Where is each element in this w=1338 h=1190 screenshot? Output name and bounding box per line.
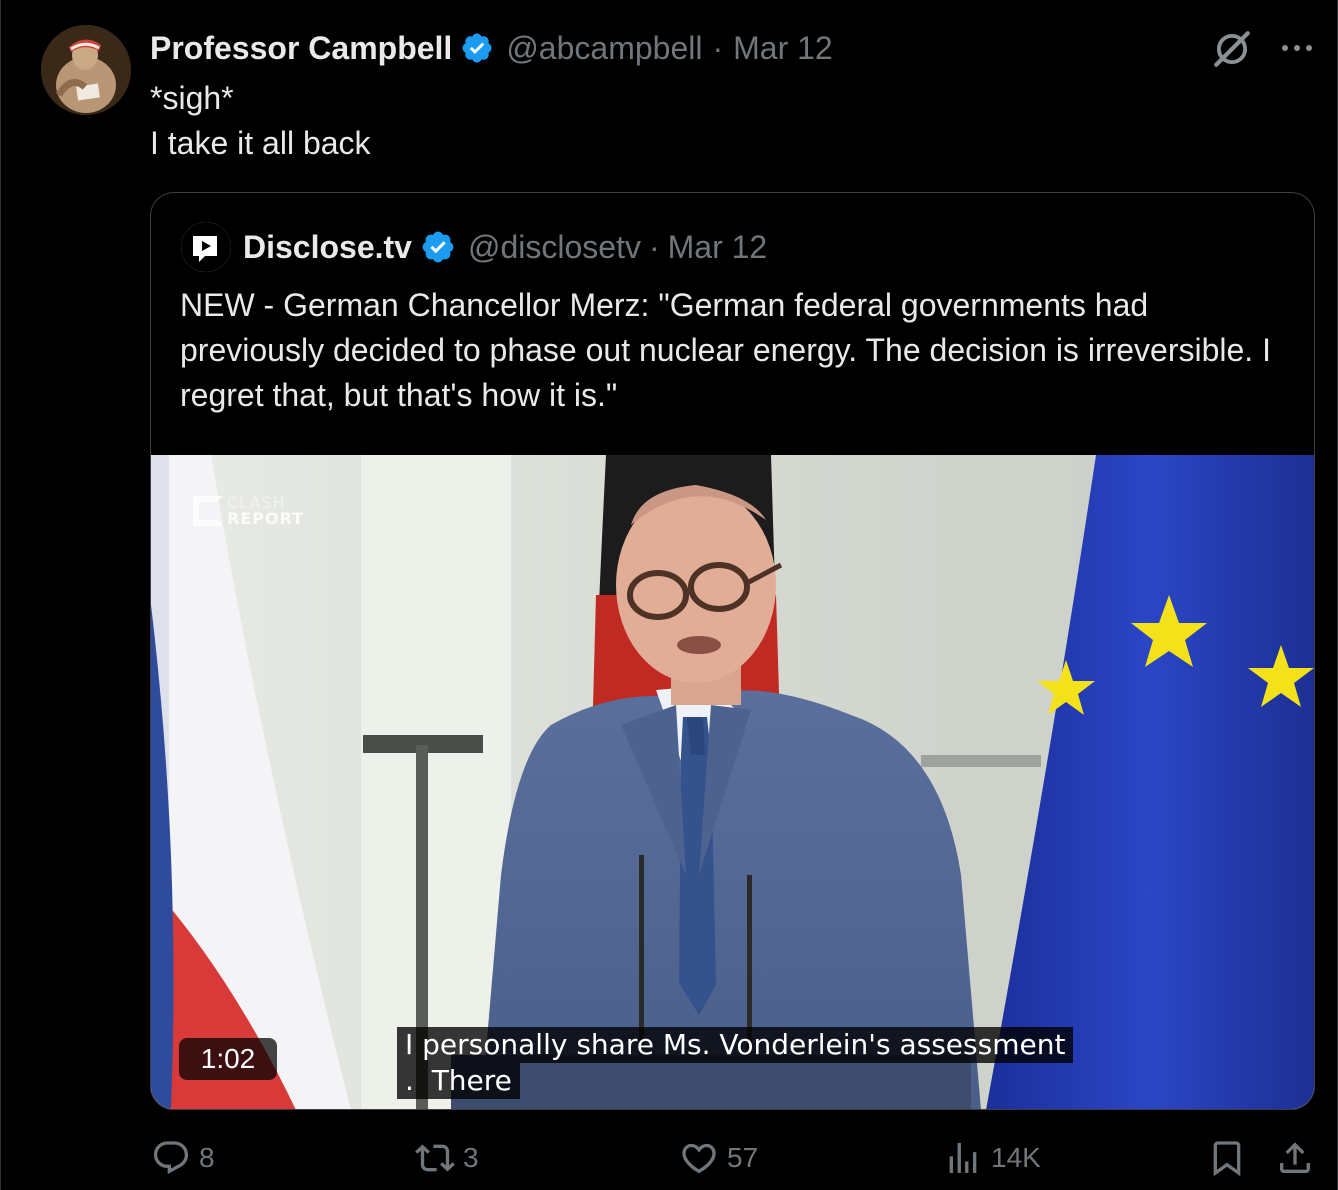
views-button[interactable]: 14K — [943, 1138, 1041, 1178]
like-count: 57 — [727, 1142, 759, 1173]
separator: · — [648, 228, 660, 265]
more-icon[interactable] — [1277, 32, 1317, 64]
quoted-tweet-date[interactable]: Mar 12 — [668, 229, 768, 266]
video-duration: 1:02 — [179, 1038, 277, 1080]
watermark-line2: REPORT — [227, 509, 305, 528]
tweet-text-line: I take it all back — [150, 125, 371, 161]
caption-line: I personally share Ms. Vonderlein's asse… — [397, 1027, 1074, 1063]
quoted-author-handle[interactable]: @disclosetv — [468, 229, 641, 266]
like-button[interactable]: 57 — [679, 1138, 758, 1178]
watermark-logo-icon — [193, 496, 223, 526]
author-avatar[interactable] — [41, 25, 131, 115]
repost-count: 3 — [463, 1142, 479, 1173]
grok-icon[interactable] — [1211, 28, 1253, 70]
author-handle[interactable]: @abcampbell — [506, 30, 702, 67]
video-watermark: CLASH REPORT — [193, 495, 304, 527]
quoted-tweet-text: NEW - German Chancellor Merz: "German fe… — [180, 287, 1271, 413]
video-captions: I personally share Ms. Vonderlein's asse… — [397, 1027, 1074, 1099]
separator: · — [712, 29, 724, 66]
tweet-text-line: *sigh* — [150, 80, 234, 116]
verified-badge-icon[interactable] — [460, 31, 494, 65]
author-name[interactable]: Professor Campbell — [150, 30, 452, 67]
reply-button[interactable]: 8 — [151, 1138, 215, 1178]
watermark-text: CLASH REPORT — [227, 495, 304, 527]
quoted-author-name[interactable]: Disclose.tv — [243, 229, 412, 266]
tweet[interactable]: Professor Campbell @abcampbell · Mar 12 … — [0, 0, 1338, 1190]
watermark-line1: CLASH — [227, 493, 286, 512]
views-count: 14K — [991, 1142, 1041, 1173]
quoted-author-avatar[interactable] — [181, 222, 231, 272]
tweet-header: Professor Campbell @abcampbell · Mar 12 — [150, 26, 833, 70]
bookmark-icon — [1213, 1141, 1241, 1177]
quoted-tweet[interactable]: Disclose.tv @disclosetv · Mar 12 NEW - G… — [150, 192, 1315, 1110]
avatar-image — [41, 25, 131, 115]
quoted-tweet-header: Disclose.tv @disclosetv · Mar 12 — [181, 221, 767, 273]
repost-button[interactable]: 3 — [415, 1138, 479, 1178]
reply-count: 8 — [199, 1142, 215, 1173]
disclose-logo-icon — [181, 222, 231, 272]
bookmark-button[interactable] — [1207, 1138, 1247, 1178]
action-bar: 8 3 57 14K — [1, 1132, 1338, 1188]
verified-badge-icon[interactable] — [420, 229, 456, 265]
caption-line: . There — [397, 1063, 520, 1099]
share-button[interactable] — [1275, 1138, 1315, 1178]
tweet-date[interactable]: Mar 12 — [733, 30, 833, 67]
video-frame — [151, 455, 1314, 1109]
reply-icon — [153, 1141, 189, 1175]
views-icon — [949, 1143, 977, 1173]
share-icon — [1280, 1142, 1310, 1173]
tweet-text: *sigh* I take it all back — [150, 76, 371, 166]
like-icon — [682, 1143, 716, 1174]
video-player[interactable]: CLASH REPORT 1:02 I personally share Ms.… — [151, 455, 1314, 1109]
repost-icon — [415, 1144, 455, 1172]
